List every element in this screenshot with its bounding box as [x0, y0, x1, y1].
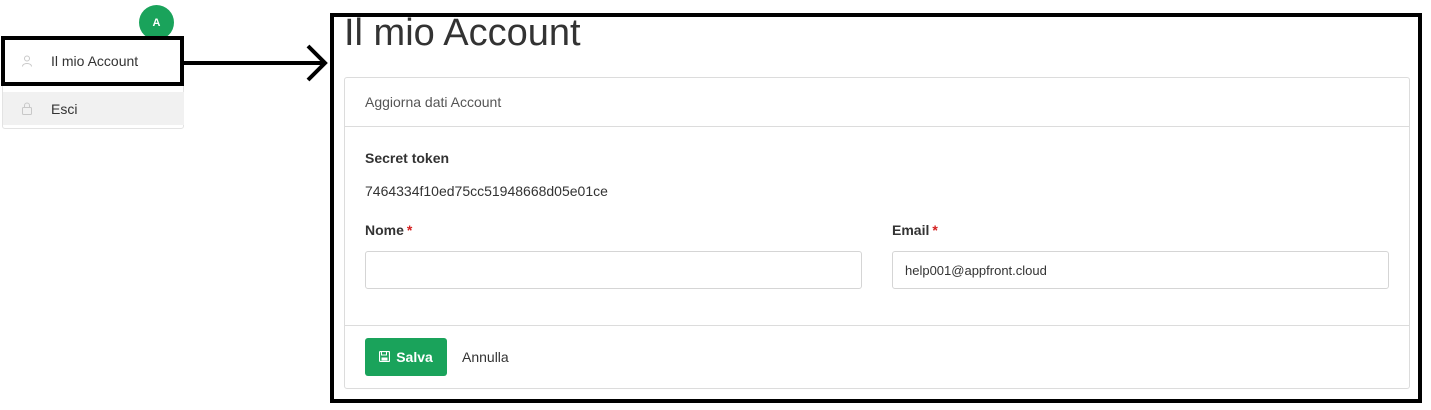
email-input[interactable]	[892, 251, 1389, 289]
cancel-button-label: Annulla	[462, 349, 509, 365]
highlight-box-menu-item	[1, 36, 184, 86]
nome-label: Nome *	[365, 222, 412, 238]
floppy-disk-icon	[379, 349, 391, 365]
card-header-title: Aggiorna dati Account	[365, 94, 502, 110]
menu-item-logout[interactable]: Esci	[3, 92, 184, 125]
cancel-button[interactable]: Annulla	[462, 338, 509, 376]
required-marker: *	[406, 222, 413, 238]
secret-token-label: Secret token	[365, 150, 450, 166]
menu-item-label: Esci	[51, 100, 78, 117]
card-header: Aggiorna dati Account	[345, 78, 1409, 127]
save-button-label: Salva	[396, 349, 433, 365]
account-card: Aggiorna dati Account Secret token 74643…	[344, 77, 1410, 389]
avatar[interactable]: A	[139, 5, 174, 40]
card-footer: Salva Annulla	[345, 325, 1409, 389]
secret-token-value: 7464334f10ed75cc51948668d05e01ce	[365, 183, 608, 199]
connector-arrow-icon	[184, 44, 328, 82]
nome-label-text: Nome	[365, 222, 404, 238]
email-label: Email *	[892, 222, 938, 238]
nome-input[interactable]	[365, 251, 862, 289]
avatar-initial: A	[152, 16, 161, 29]
save-button[interactable]: Salva	[365, 338, 447, 376]
email-label-text: Email	[892, 222, 930, 238]
page-title: Il mio Account	[344, 12, 581, 54]
required-marker: *	[932, 222, 938, 238]
lock-icon	[3, 102, 51, 115]
